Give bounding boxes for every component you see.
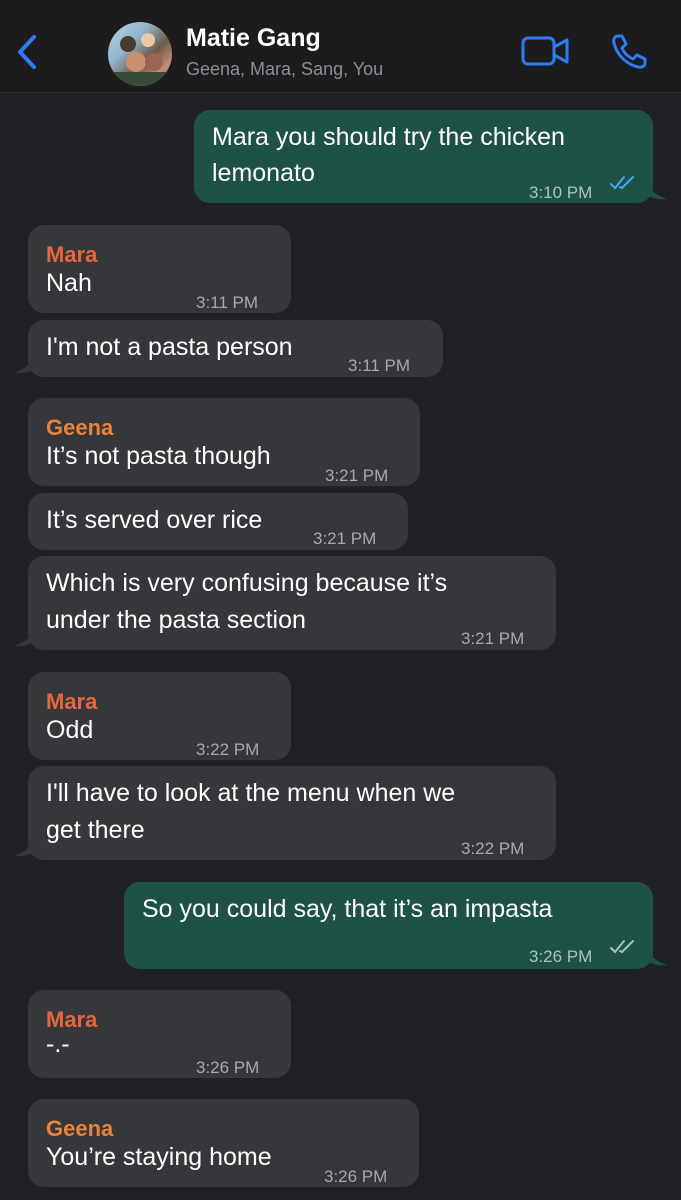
bubble-tail — [13, 354, 35, 374]
chat-header: Matie Gang Geena, Mara, Sang, You — [0, 0, 681, 93]
group-photo-icon — [108, 33, 172, 86]
chat-title[interactable]: Matie Gang — [186, 24, 321, 53]
outgoing-message[interactable]: So you could say, that it’s an impasta 3… — [124, 882, 653, 969]
message-text: Nah — [46, 269, 92, 297]
message-time: 3:26 PM — [529, 947, 593, 966]
voice-call-icon[interactable] — [610, 33, 648, 71]
message-time: 3:22 PM — [196, 740, 260, 759]
incoming-message[interactable]: Mara -.- 3:26 PM — [28, 990, 291, 1078]
message-time: 3:11 PM — [196, 293, 259, 312]
bubble-tail — [646, 946, 668, 966]
message-text: So you could say, that it’s an impasta — [142, 895, 553, 923]
back-chevron-icon[interactable] — [14, 34, 40, 70]
read-receipt-icon — [610, 176, 634, 190]
bubble-tail — [13, 627, 35, 647]
incoming-message[interactable]: Which is very confusing because it’s und… — [28, 556, 556, 650]
message-text: It’s served over rice — [46, 506, 263, 534]
bubble-tail — [13, 837, 35, 857]
message-text: Which is very confusing because it’s — [46, 569, 448, 597]
incoming-message[interactable]: Geena You’re staying home 3:26 PM — [28, 1099, 419, 1187]
bubble-tail — [646, 180, 668, 200]
message-time: 3:21 PM — [313, 529, 377, 548]
message-time: 3:11 PM — [348, 356, 411, 375]
message-text: Odd — [46, 716, 94, 744]
message-time: 3:26 PM — [196, 1058, 260, 1077]
outgoing-message[interactable]: Mara you should try the chicken lemonato… — [194, 110, 653, 203]
message-time: 3:10 PM — [529, 183, 593, 202]
message-time: 3:22 PM — [461, 839, 525, 858]
message-text: Mara you should try the chicken — [212, 123, 565, 151]
incoming-message[interactable]: Mara Nah 3:11 PM — [28, 225, 291, 313]
message-time: 3:26 PM — [324, 1167, 388, 1186]
chat-members[interactable]: Geena, Mara, Sang, You — [186, 59, 383, 80]
message-text: under the pasta section — [46, 606, 306, 634]
message-text: I'm not a pasta person — [46, 333, 293, 361]
incoming-message[interactable]: I'm not a pasta person 3:11 PM — [28, 320, 443, 377]
message-text: -.- — [46, 1030, 70, 1058]
message-text: It’s not pasta though — [46, 442, 271, 470]
message-time: 3:21 PM — [461, 629, 525, 648]
video-call-icon[interactable] — [521, 34, 571, 68]
delivered-receipt-icon — [610, 940, 634, 954]
message-time: 3:21 PM — [325, 466, 389, 485]
message-text: get there — [46, 816, 145, 844]
message-text: You’re staying home — [46, 1143, 272, 1171]
message-text: I'll have to look at the menu when we — [46, 779, 456, 807]
incoming-message[interactable]: Mara Odd 3:22 PM — [28, 672, 291, 760]
group-avatar[interactable] — [108, 22, 172, 86]
incoming-message[interactable]: I'll have to look at the menu when we ge… — [28, 766, 556, 860]
incoming-message[interactable]: It’s served over rice 3:21 PM — [28, 493, 408, 550]
message-text: lemonato — [212, 159, 315, 187]
incoming-message[interactable]: Geena It’s not pasta though 3:21 PM — [28, 398, 420, 486]
